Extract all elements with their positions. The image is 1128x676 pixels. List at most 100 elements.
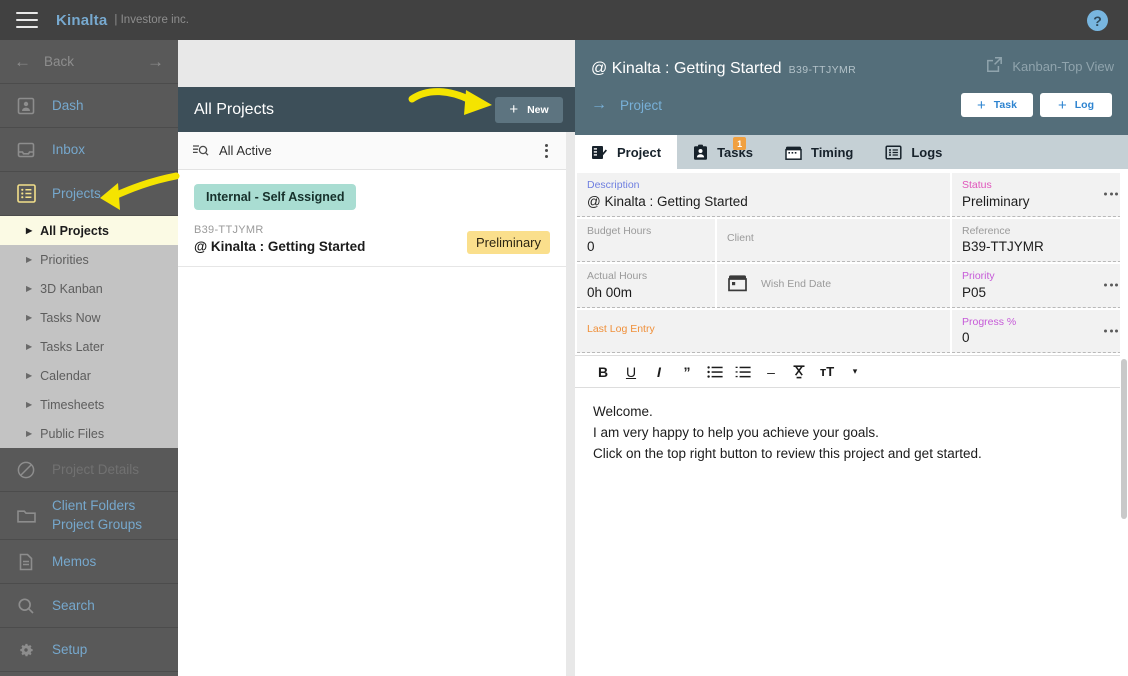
kanban-top-view-link[interactable]: Kanban-Top View bbox=[986, 56, 1114, 76]
field-menu-icon[interactable] bbox=[1104, 192, 1118, 196]
field-progress[interactable]: Progress % 0 bbox=[952, 309, 1126, 354]
hamburger-icon[interactable] bbox=[16, 12, 38, 28]
field-value: 0 bbox=[587, 239, 595, 255]
sidebar-label: Setup bbox=[52, 642, 88, 657]
horizontal-rule-icon[interactable]: – bbox=[757, 359, 785, 385]
field-row: Last Log Entry Progress % 0 bbox=[575, 309, 1128, 354]
add-task-button[interactable]: + Task bbox=[961, 93, 1033, 117]
numbered-list-icon[interactable] bbox=[729, 359, 757, 385]
editor-body[interactable]: Welcome. I am very happy to help you ach… bbox=[575, 388, 1128, 479]
sidebar-back[interactable]: ← Back → bbox=[0, 40, 178, 84]
field-status[interactable]: Status Preliminary bbox=[952, 173, 1126, 217]
calendar-icon bbox=[785, 144, 802, 161]
bold-icon[interactable]: B bbox=[589, 359, 617, 385]
caret-icon: ▶ bbox=[26, 313, 33, 322]
sidebar-sub-list: ▶ All Projects ▶ Priorities ▶ 3D Kanban … bbox=[0, 216, 178, 448]
project-name: @ Kinalta : Getting Started bbox=[194, 239, 366, 254]
sidebar-item-tasks-later[interactable]: ▶ Tasks Later bbox=[0, 332, 178, 361]
top-bar: Kinalta | Investore inc. ? bbox=[0, 0, 1128, 40]
detail-reference: B39-TTJYMR bbox=[788, 64, 857, 76]
field-label: Last Log Entry bbox=[587, 323, 655, 336]
scrollbar-thumb[interactable] bbox=[1121, 359, 1127, 519]
detail-scrollbar[interactable] bbox=[1120, 169, 1128, 676]
field-menu-icon[interactable] bbox=[1104, 283, 1118, 287]
tab-logs[interactable]: Logs bbox=[869, 135, 958, 169]
status-badge: Preliminary bbox=[466, 231, 550, 254]
subnav-label[interactable]: Project bbox=[620, 98, 954, 113]
sidebar-item-projects[interactable]: Projects bbox=[0, 172, 178, 216]
tab-tasks[interactable]: Tasks 1 bbox=[677, 135, 769, 169]
tab-timing[interactable]: Timing bbox=[769, 135, 869, 169]
field-label: Description bbox=[587, 179, 640, 191]
field-priority[interactable]: Priority P05 bbox=[952, 264, 1126, 308]
caret-icon: ▶ bbox=[26, 371, 33, 380]
font-size-icon[interactable]: тT bbox=[813, 359, 841, 385]
field-label: Reference bbox=[962, 224, 1011, 237]
projects-list-body: All Active Internal - Self Assigned B39-… bbox=[178, 132, 566, 676]
tab-label: Project bbox=[617, 144, 662, 160]
sidebar-item-priorities[interactable]: ▶ Priorities bbox=[0, 245, 178, 274]
field-wish-end-date[interactable]: Wish End Date bbox=[717, 264, 950, 308]
filter-row[interactable]: All Active bbox=[178, 132, 566, 170]
detail-tabs: Project Tasks 1 Timing Logs bbox=[575, 135, 1128, 169]
sidebar-item-search[interactable]: Search bbox=[0, 584, 178, 628]
sidebar-item-inbox[interactable]: Inbox bbox=[0, 128, 178, 172]
new-project-button[interactable]: + New bbox=[495, 96, 563, 123]
add-log-button[interactable]: + Log bbox=[1040, 93, 1112, 117]
kebab-menu-icon[interactable] bbox=[541, 140, 552, 162]
sidebar-item-project-details: Project Details bbox=[0, 448, 178, 492]
field-reference[interactable]: Reference B39-TTJYMR bbox=[952, 218, 1126, 263]
sub-label: Priorities bbox=[40, 252, 89, 267]
sidebar-item-dash[interactable]: Dash bbox=[0, 84, 178, 128]
field-description[interactable]: Description @ Kinalta : Getting Started bbox=[577, 173, 950, 217]
project-reference: B39-TTJYMR bbox=[194, 224, 264, 236]
field-actual-hours[interactable]: Actual Hours 0h 00m bbox=[577, 264, 715, 308]
field-budget-hours[interactable]: Budget Hours 0 bbox=[577, 218, 715, 263]
detail-title-text: @ Kinalta : Getting Started bbox=[591, 60, 782, 77]
folder-icon bbox=[14, 504, 38, 528]
sidebar-item-calendar[interactable]: ▶ Calendar bbox=[0, 361, 178, 390]
italic-icon[interactable]: I bbox=[645, 359, 673, 385]
field-menu-icon[interactable] bbox=[1104, 329, 1118, 333]
tab-project[interactable]: Project bbox=[575, 135, 678, 169]
sidebar-item-tasks-now[interactable]: ▶ Tasks Now bbox=[0, 303, 178, 332]
sidebar-item-setup[interactable]: Setup bbox=[0, 628, 178, 672]
sidebar-item-client-folders[interactable]: Client Folders Project Groups bbox=[0, 492, 178, 540]
sidebar-item-3d-kanban[interactable]: ▶ 3D Kanban bbox=[0, 274, 178, 303]
field-row: Actual Hours 0h 00m Wish End Date Priori… bbox=[575, 264, 1128, 308]
list-item[interactable]: Internal - Self Assigned B39-TTJYMR @ Ki… bbox=[178, 170, 566, 267]
help-icon[interactable]: ? bbox=[1087, 10, 1108, 31]
project-detail-panel: Kanban-Top View @ Kinalta : Getting Star… bbox=[575, 40, 1128, 676]
plus-icon: + bbox=[977, 96, 986, 114]
sidebar-item-timesheets[interactable]: ▶ Timesheets bbox=[0, 390, 178, 419]
sidebar-item-all-projects[interactable]: ▶ All Projects bbox=[0, 216, 178, 245]
underline-icon[interactable]: U bbox=[617, 359, 645, 385]
clear-format-icon[interactable] bbox=[785, 359, 813, 385]
field-value: 0 bbox=[962, 330, 970, 346]
editor-line: Click on the top right button to review … bbox=[593, 446, 982, 462]
page-title: All Projects bbox=[194, 100, 275, 118]
middle-scrollbar[interactable] bbox=[566, 132, 575, 676]
quote-icon[interactable]: ” bbox=[673, 359, 701, 385]
sub-label: Calendar bbox=[40, 368, 91, 383]
field-label: Budget Hours bbox=[587, 224, 652, 237]
tab-label: Logs bbox=[911, 144, 943, 160]
sidebar-item-public-files[interactable]: ▶ Public Files bbox=[0, 419, 178, 448]
add-task-label: Task bbox=[993, 99, 1017, 111]
sidebar-item-memos[interactable]: Memos bbox=[0, 540, 178, 584]
field-label: Status bbox=[962, 179, 992, 191]
editor-toolbar: B U I ” – тT ▾ bbox=[575, 355, 1128, 389]
field-client[interactable]: Client bbox=[717, 218, 950, 263]
field-value: 0h 00m bbox=[587, 284, 633, 300]
sub-label: All Projects bbox=[40, 223, 109, 238]
arrow-right-icon[interactable]: → bbox=[147, 52, 164, 72]
user-card-icon bbox=[14, 94, 38, 118]
chevron-down-icon[interactable]: ▾ bbox=[841, 359, 869, 385]
search-icon bbox=[14, 594, 38, 618]
sub-label: Timesheets bbox=[40, 397, 105, 412]
calendar-icon bbox=[727, 272, 748, 298]
bullet-list-icon[interactable] bbox=[701, 359, 729, 385]
blocked-icon bbox=[14, 458, 38, 482]
field-last-log-entry[interactable]: Last Log Entry bbox=[577, 309, 950, 354]
field-label: Actual Hours bbox=[587, 270, 648, 283]
